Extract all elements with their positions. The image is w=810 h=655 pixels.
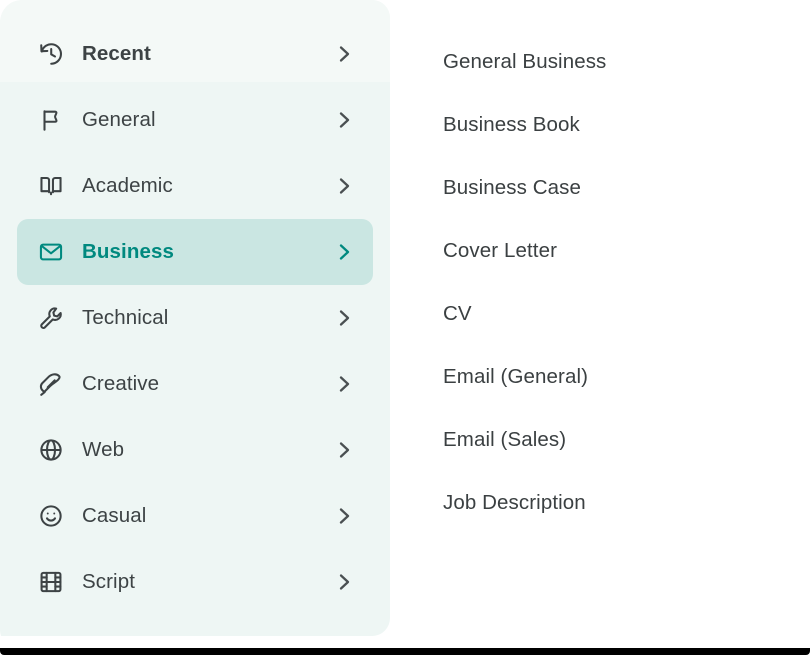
- sidebar-item-label: General: [82, 107, 156, 131]
- chevron-right-icon[interactable]: [332, 240, 356, 264]
- chevron-right-icon[interactable]: [332, 438, 356, 462]
- sidebar-item-general[interactable]: General: [17, 87, 373, 153]
- template-list-item[interactable]: Job Description: [443, 472, 810, 535]
- sidebar-item-label: Casual: [82, 503, 147, 527]
- template-list-item[interactable]: Email (Sales): [443, 409, 810, 472]
- category-nav-list: Recent General Academic Business Technical Cr…: [0, 0, 390, 615]
- chevron-right-icon[interactable]: [332, 42, 356, 66]
- sidebar-item-label: Web: [82, 437, 125, 461]
- template-list-item[interactable]: Email (General): [443, 346, 810, 409]
- chevron-right-icon[interactable]: [332, 570, 356, 594]
- template-list-item[interactable]: Business Book: [443, 94, 810, 157]
- category-sidebar: Recent General Academic Business Technical Cr…: [0, 0, 390, 636]
- sidebar-item-label: Recent: [82, 41, 151, 65]
- chevron-right-icon[interactable]: [332, 174, 356, 198]
- flag-icon: [37, 106, 65, 134]
- sidebar-item-business[interactable]: Business: [17, 219, 373, 285]
- chevron-right-icon[interactable]: [332, 372, 356, 396]
- app-shell: Recent General Academic Business Technical Cr…: [0, 0, 810, 648]
- sidebar-item-script[interactable]: Script: [17, 549, 373, 615]
- template-list-item[interactable]: CV: [443, 283, 810, 346]
- sidebar-item-label: Business: [82, 239, 174, 263]
- sidebar-item-academic[interactable]: Academic: [17, 153, 373, 219]
- sidebar-item-label: Script: [82, 569, 136, 593]
- smiley-face-icon: [37, 502, 65, 530]
- open-book-icon: [37, 172, 65, 200]
- feather-quill-icon: [37, 370, 65, 398]
- template-list-item[interactable]: Business Case: [443, 157, 810, 220]
- chevron-right-icon[interactable]: [332, 504, 356, 528]
- chevron-right-icon[interactable]: [332, 108, 356, 132]
- window-bottom-edge: [0, 648, 810, 655]
- sidebar-item-label: Technical: [82, 305, 169, 329]
- template-detail-panel: General Business Business Book Business Ca…: [390, 0, 810, 648]
- wrench-icon: [37, 304, 65, 332]
- sidebar-item-creative[interactable]: Creative: [17, 351, 373, 417]
- sidebar-item-label: Academic: [82, 173, 173, 197]
- envelope-icon: [37, 238, 65, 266]
- sidebar-item-label: Creative: [82, 371, 160, 395]
- template-list: General Business Business Book Business Ca…: [443, 31, 810, 535]
- history-clock-icon: [37, 40, 65, 68]
- sidebar-item-technical[interactable]: Technical: [17, 285, 373, 351]
- sidebar-item-recent[interactable]: Recent: [17, 21, 373, 87]
- sidebar-item-web[interactable]: Web: [17, 417, 373, 483]
- film-strip-icon: [37, 568, 65, 596]
- sidebar-item-casual[interactable]: Casual: [17, 483, 373, 549]
- template-list-item[interactable]: Cover Letter: [443, 220, 810, 283]
- template-list-item[interactable]: General Business: [443, 31, 810, 94]
- chevron-right-icon[interactable]: [332, 306, 356, 330]
- globe-icon: [37, 436, 65, 464]
